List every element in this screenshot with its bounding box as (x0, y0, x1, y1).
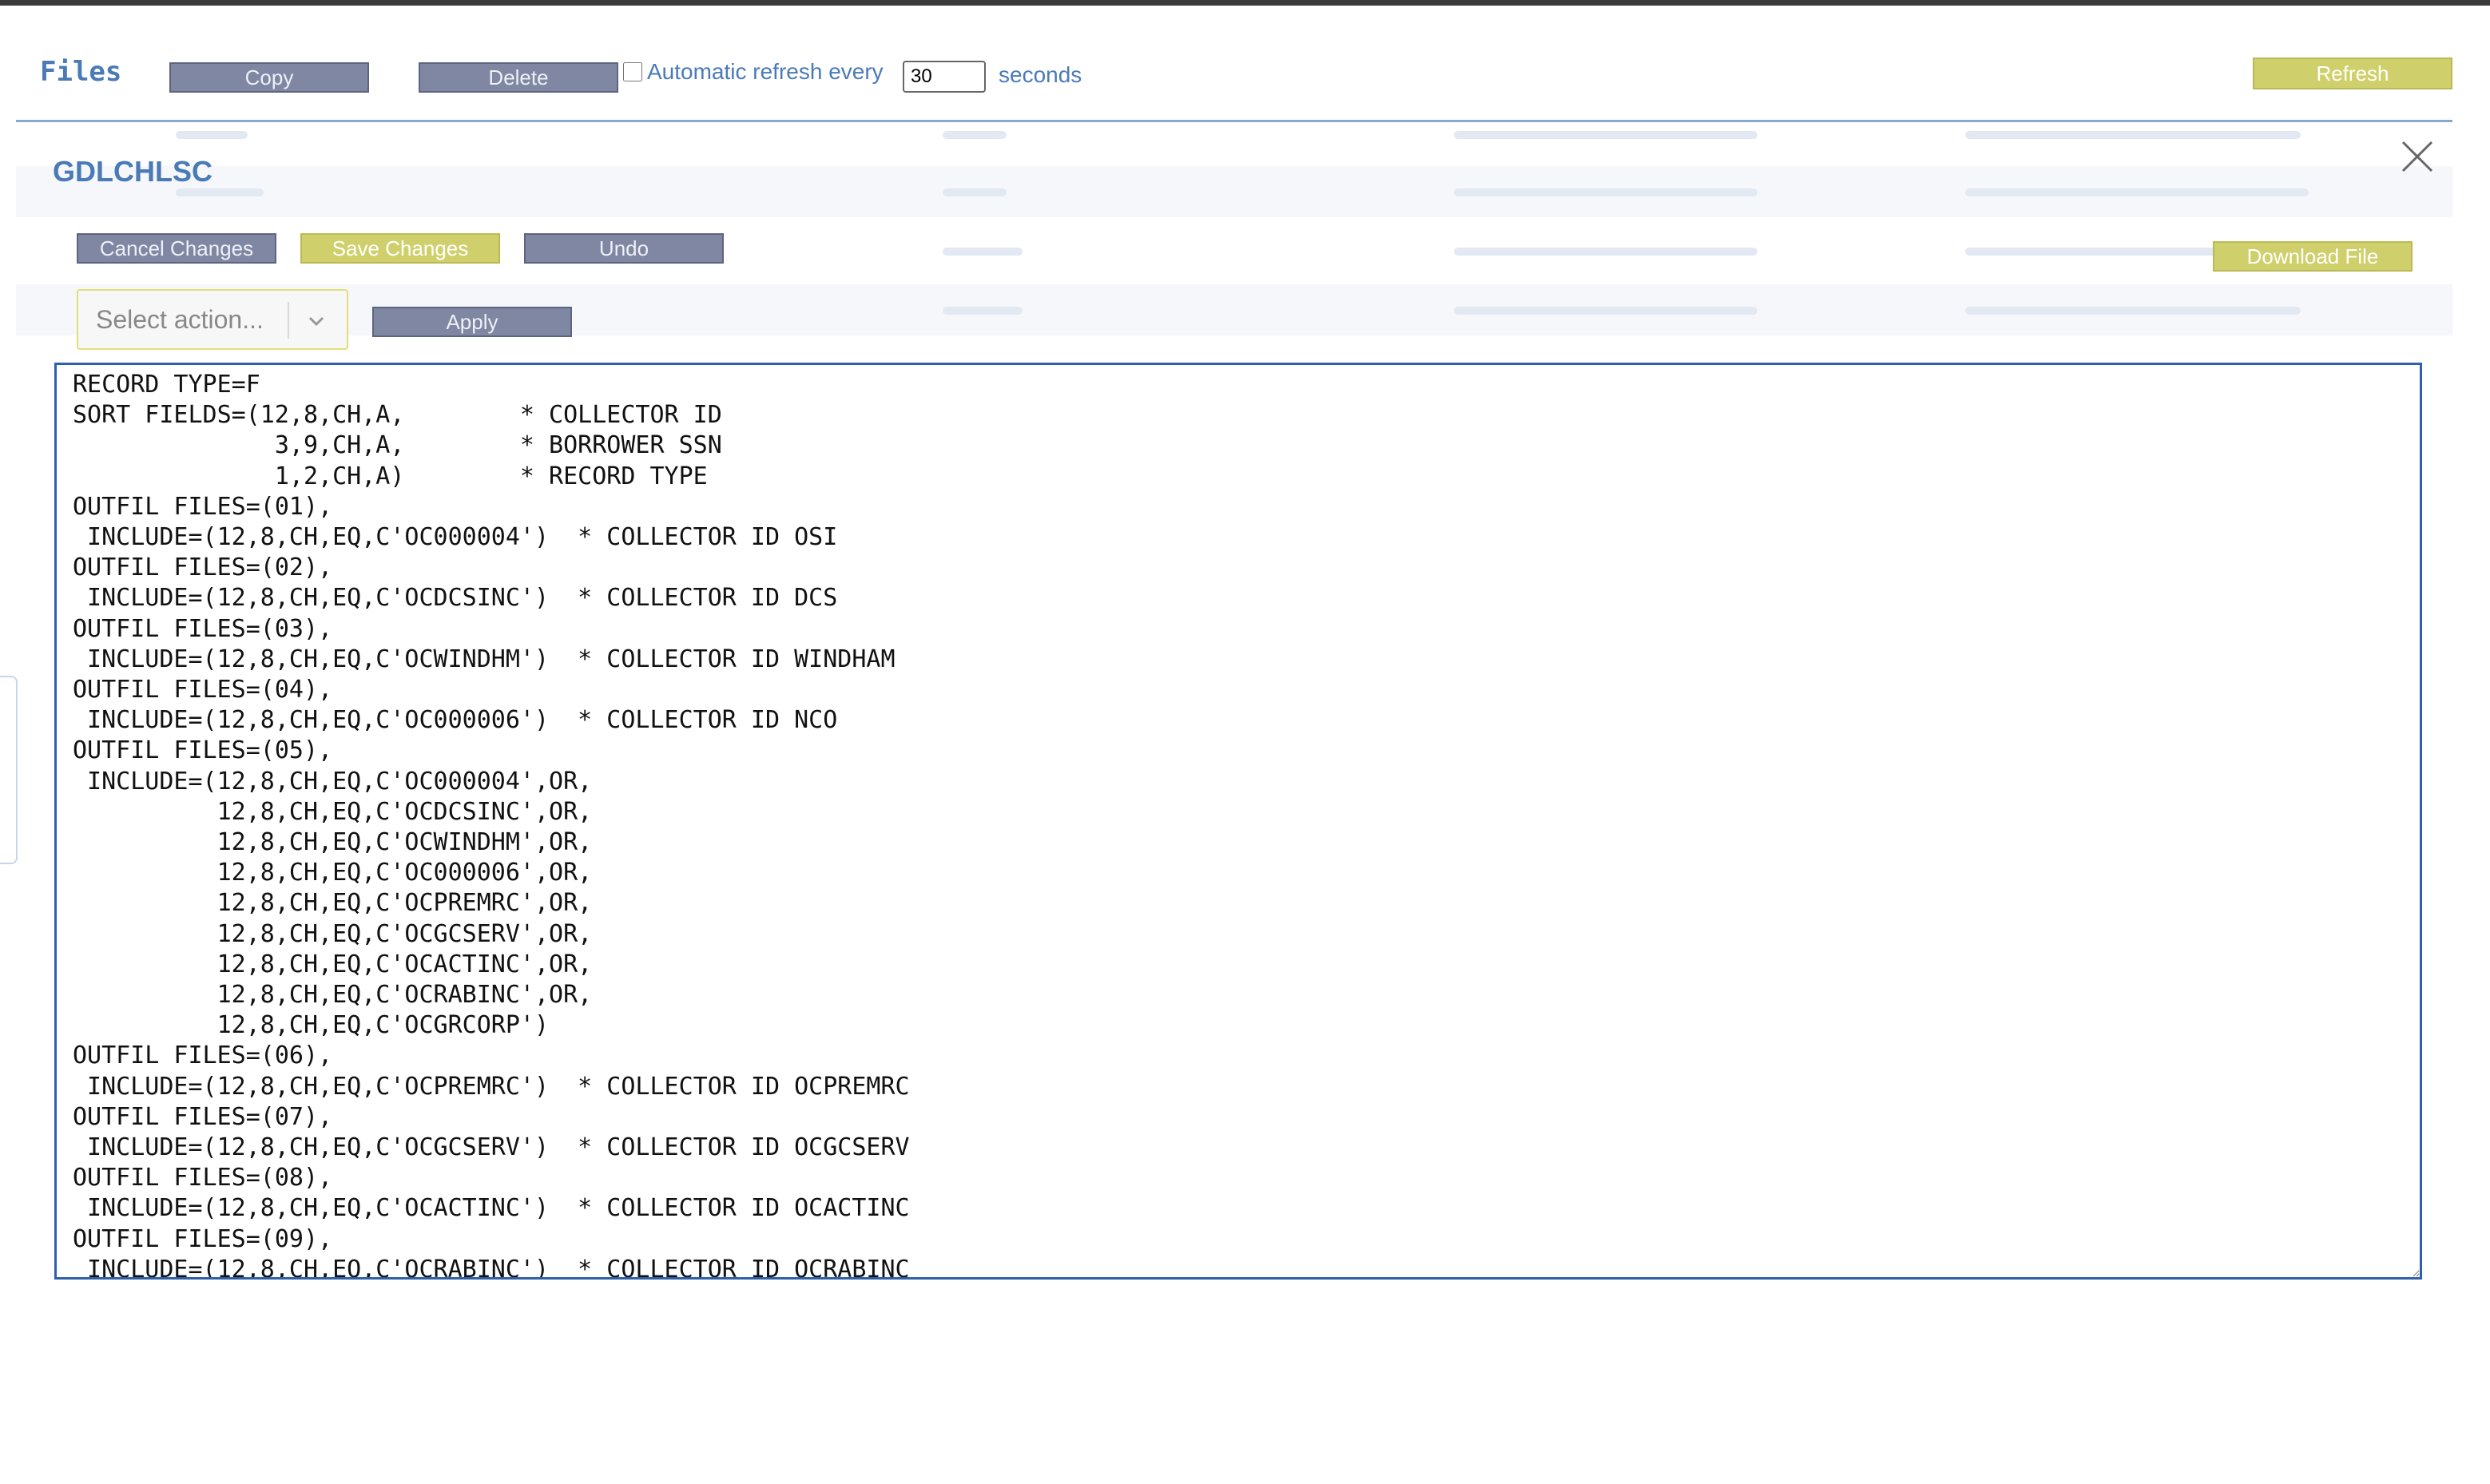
window-top-border (0, 0, 2490, 6)
editor-line: 12,8,CH,EQ,C'OCWINDHM',OR, (73, 828, 593, 857)
editor-line: OUTFIL FILES=(06), (73, 1042, 333, 1070)
auto-refresh-checkbox[interactable] (623, 62, 642, 81)
auto-refresh-toggle[interactable]: Automatic refresh every (623, 59, 884, 85)
editor-line: OUTFIL FILES=(03), (73, 614, 333, 643)
editor-line: INCLUDE=(12,8,CH,EQ,C'OCWINDHM') * COLLE… (73, 645, 896, 673)
editor-line: RECORD TYPE=F (73, 371, 260, 399)
undo-button[interactable]: Undo (524, 233, 724, 264)
editor-line: 12,8,CH,EQ,C'OCGRCORP') (73, 1011, 550, 1040)
editor-line: INCLUDE=(12,8,CH,EQ,C'OCACTINC') * COLLE… (73, 1194, 910, 1223)
editor-line: INCLUDE=(12,8,CH,EQ,C'OCPREMRC') * COLLE… (73, 1072, 910, 1101)
editor-line: SORT FIELDS=(12,8,CH,A, * COLLECTOR ID (73, 401, 722, 430)
refresh-button[interactable]: Refresh (2253, 58, 2452, 89)
editor-line: 12,8,CH,EQ,C'OCRABINC',OR, (73, 981, 593, 1010)
copy-button[interactable]: Copy (169, 62, 369, 93)
refresh-interval-input[interactable] (903, 61, 986, 93)
table-row (16, 109, 2452, 160)
file-content-editor[interactable]: RECORD TYPE=F SORT FIELDS=(12,8,CH,A, * C… (54, 363, 2422, 1280)
editor-line: OUTFIL FILES=(08), (73, 1164, 333, 1192)
editor-line: INCLUDE=(12,8,CH,EQ,C'OCDCSINC') * COLLE… (73, 584, 838, 613)
editor-line: 12,8,CH,EQ,C'OCGCSERV',OR, (73, 919, 593, 948)
page-title: Files (40, 56, 122, 88)
apply-button[interactable]: Apply (372, 307, 572, 337)
editor-line: OUTFIL FILES=(01), (73, 492, 333, 521)
delete-button[interactable]: Delete (419, 62, 618, 93)
editor-line: 12,8,CH,EQ,C'OCDCSINC',OR, (73, 797, 593, 826)
chevron-down-icon[interactable] (304, 308, 329, 334)
close-icon[interactable] (2400, 139, 2435, 174)
seconds-label: seconds (999, 62, 1082, 87)
editor-line: 12,8,CH,EQ,C'OC000006',OR, (73, 859, 593, 887)
download-file-button[interactable]: Download File (2213, 241, 2413, 272)
modal-title: GDLCHLSC (53, 155, 212, 188)
cancel-changes-button[interactable]: Cancel Changes (77, 233, 276, 264)
editor-line: OUTFIL FILES=(05), (73, 736, 333, 765)
editor-line: OUTFIL FILES=(07), (73, 1102, 333, 1131)
editor-line: 1,2,CH,A) * RECORD TYPE (73, 462, 708, 490)
action-select[interactable]: Select action... (77, 289, 348, 350)
editor-line: INCLUDE=(12,8,CH,EQ,C'OC000004') * COLLE… (73, 523, 838, 552)
editor-line: OUTFIL FILES=(09), (73, 1224, 333, 1253)
editor-line: INCLUDE=(12,8,CH,EQ,C'OCGCSERV') * COLLE… (73, 1133, 910, 1162)
table-row (16, 166, 2452, 217)
save-changes-button[interactable]: Save Changes (300, 233, 500, 264)
side-panel-tab[interactable] (0, 676, 18, 864)
editor-line: INCLUDE=(12,8,CH,EQ,C'OCRABINC') * COLLE… (73, 1255, 910, 1280)
editor-line: 3,9,CH,A, * BORROWER SSN (73, 431, 722, 460)
editor-line: OUTFIL FILES=(02), (73, 554, 333, 582)
auto-refresh-label: Automatic refresh every (647, 59, 884, 84)
select-divider (288, 302, 289, 339)
editor-line: INCLUDE=(12,8,CH,EQ,C'OC000004',OR, (73, 767, 593, 796)
editor-line: OUTFIL FILES=(04), (73, 676, 333, 704)
editor-line: 12,8,CH,EQ,C'OCACTINC',OR, (73, 950, 593, 978)
editor-line: INCLUDE=(12,8,CH,EQ,C'OC000006') * COLLE… (73, 706, 838, 735)
action-select-placeholder: Select action... (96, 305, 264, 334)
editor-line: 12,8,CH,EQ,C'OCPREMRC',OR, (73, 889, 593, 918)
